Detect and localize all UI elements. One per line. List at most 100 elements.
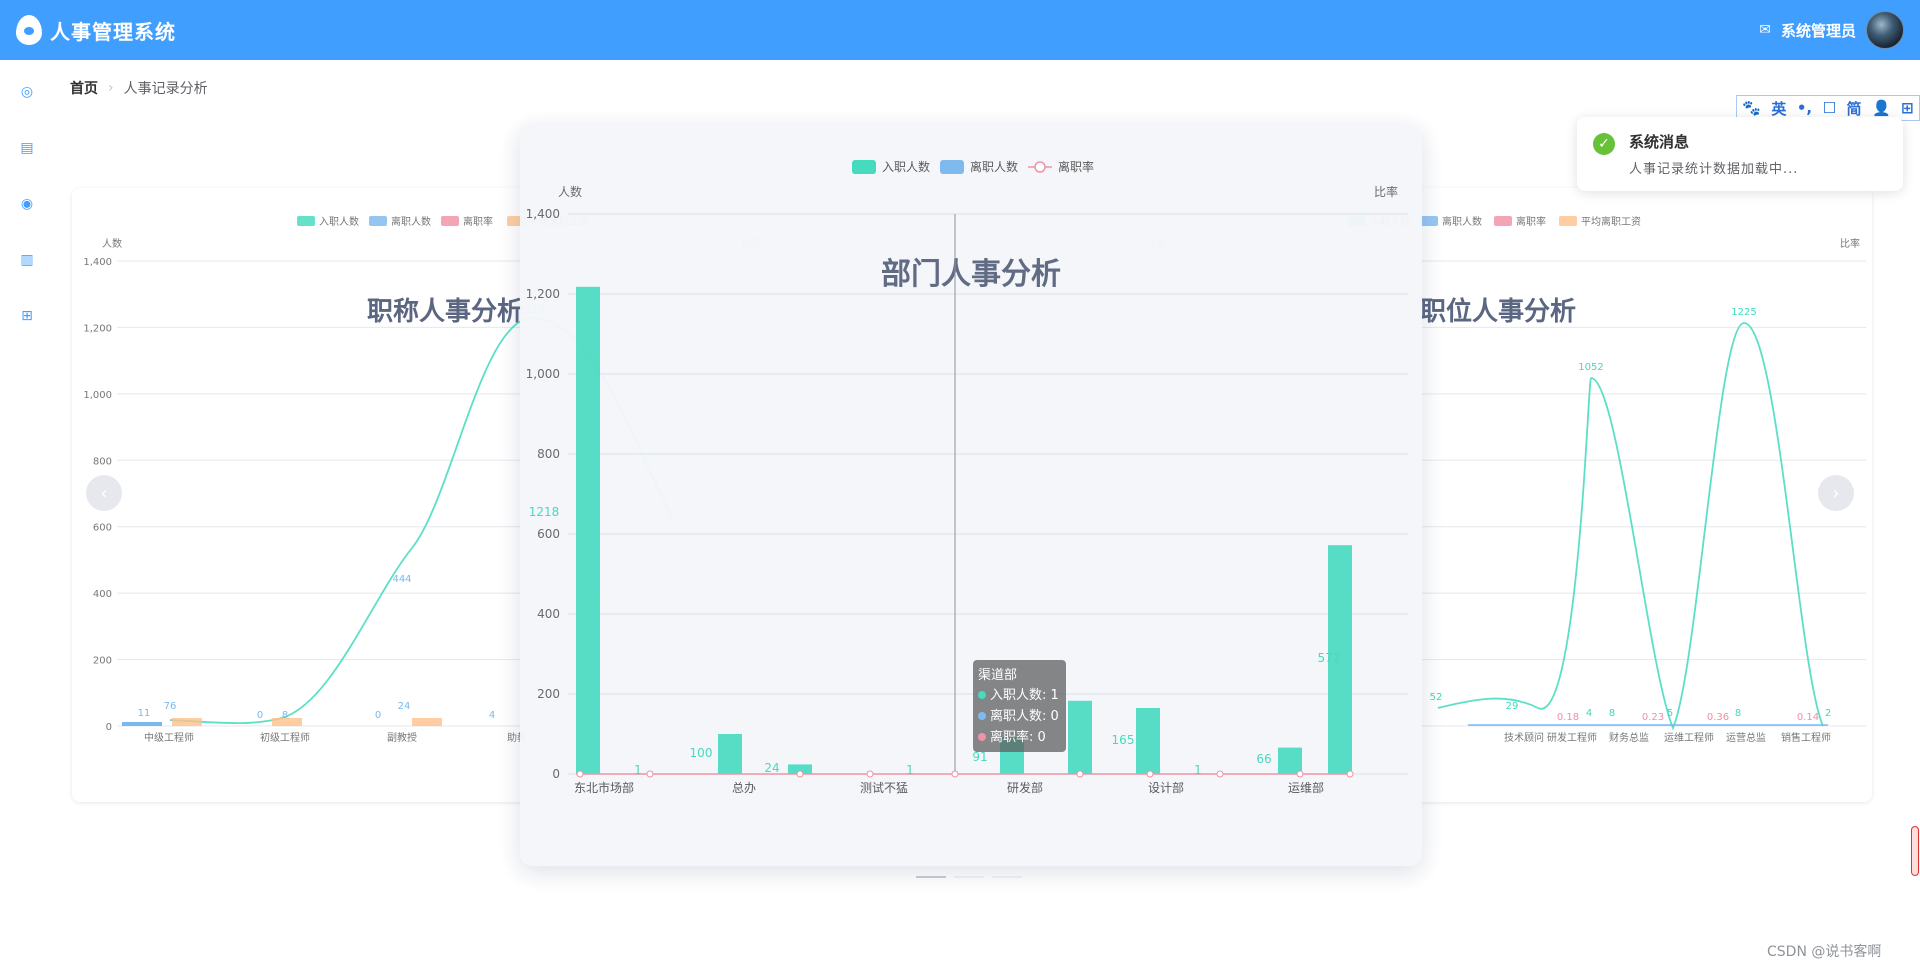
y-tick-label: 1,400 — [526, 207, 560, 221]
user-circle-icon[interactable]: ◎ — [17, 83, 37, 101]
x-tick-label: 运维工程师 — [1664, 731, 1714, 744]
bar-chart-icon[interactable]: ▥ — [17, 251, 37, 269]
rate-point — [1146, 770, 1154, 778]
bar-value-label: 1 — [634, 763, 642, 777]
eye-icon[interactable]: ◉ — [17, 195, 37, 213]
carousel-dot[interactable] — [992, 876, 1022, 878]
rate-point — [1296, 770, 1304, 778]
app-title: 人事管理系统 — [50, 19, 176, 44]
bar-value-label: 165 — [1112, 733, 1135, 747]
ime-lang-toggle[interactable]: 英 — [1771, 98, 1786, 119]
rate-point — [866, 770, 874, 778]
bar-hire — [1278, 747, 1302, 774]
legend-swatch — [1559, 216, 1577, 226]
username[interactable]: 系统管理员 — [1781, 20, 1856, 41]
user-menu[interactable]: ✉ 系统管理员 — [1759, 11, 1904, 49]
value-label: 1225 — [1731, 307, 1756, 318]
bar-value-label: 1218 — [529, 505, 560, 519]
carousel-dot[interactable] — [954, 876, 984, 878]
chart-title: 部门人事分析 — [881, 257, 1061, 292]
value-label: 1052 — [1578, 362, 1603, 373]
chart-title: 职位人事分析 — [1420, 296, 1576, 327]
paw-icon[interactable]: 🐾 — [1742, 99, 1761, 117]
chevron-right-icon: › — [108, 80, 114, 96]
watermark: CSDN @说书客啊 — [1767, 944, 1882, 960]
bar-salary — [172, 718, 202, 726]
windows-icon[interactable]: ⊞ — [17, 307, 37, 325]
sidebar: ◎ ▤ ◉ ▥ ⊞ — [0, 60, 54, 969]
x-tick-label: 研发工程师 — [1547, 731, 1597, 744]
rate-label: 0.23 — [1642, 712, 1664, 723]
avatar[interactable] — [1866, 11, 1904, 49]
id-card-icon[interactable]: ▤ — [17, 139, 37, 157]
y2-axis-name: 比率 — [1374, 184, 1398, 199]
legend-swatch — [1420, 216, 1438, 226]
tooltip-title: 渠道部 — [978, 668, 1017, 683]
rate-point — [646, 770, 654, 778]
value-label: 5 — [1667, 708, 1673, 719]
breadcrumb-home[interactable]: 首页 — [70, 78, 98, 98]
y-tick-label: 400 — [537, 607, 560, 621]
y-tick-label: 1,200 — [526, 287, 560, 301]
carousel-prev-button[interactable]: ‹ — [86, 475, 122, 511]
skin-icon[interactable]: ☐ — [1823, 99, 1836, 117]
legend-swatch — [441, 216, 459, 226]
x-tick-label: 初级工程师 — [260, 731, 310, 744]
legend-label: 离职人数 — [391, 215, 431, 228]
legend-rate-marker — [1034, 161, 1046, 173]
value-label: 76 — [164, 701, 177, 712]
rate-label: 0.36 — [1707, 712, 1729, 723]
carousel-dot[interactable] — [916, 876, 946, 878]
rate-label: 0.14 — [1797, 712, 1819, 723]
rate-point — [1076, 770, 1084, 778]
grid-icon[interactable]: ⊞ — [1901, 99, 1914, 117]
legend-rate-label: 离职率 — [1058, 159, 1094, 174]
y2-axis-name: 比率 — [1840, 237, 1860, 250]
x-tick-label: 运维部 — [1288, 780, 1324, 795]
value-label: 4 — [489, 710, 495, 721]
notification-message: 人事记录统计数据加载中... — [1629, 162, 1799, 177]
tooltip-marker — [978, 733, 986, 741]
y-tick-label: 1,200 — [83, 323, 112, 334]
value-label: 4 — [1586, 708, 1592, 719]
legend-leave-swatch — [940, 160, 964, 174]
rate-point — [1216, 770, 1224, 778]
scroll-indicator[interactable] — [1911, 826, 1919, 876]
legend-leave-label: 离职人数 — [970, 159, 1018, 174]
x-tick-label: 测试不猛 — [860, 780, 908, 795]
brand[interactable]: 人事管理系统 — [16, 15, 176, 45]
user-icon[interactable]: 👤 — [1872, 99, 1891, 117]
bar-leave — [122, 722, 162, 726]
bar-hire — [576, 286, 600, 774]
tooltip-marker — [978, 691, 986, 699]
bar-salary — [412, 718, 442, 726]
notification-title: 系统消息 — [1629, 133, 1690, 151]
legend-swatch — [369, 216, 387, 226]
success-check-icon: ✓ — [1593, 133, 1615, 155]
value-label: 8 — [1735, 708, 1741, 719]
value-label: 444 — [392, 574, 411, 585]
y-tick-label: 1,000 — [83, 390, 112, 401]
hire-curve — [1437, 322, 1824, 731]
y-axis-name: 人数 — [558, 184, 582, 199]
chart-title: 职称人事分析 — [367, 297, 523, 327]
y-tick-label: 200 — [93, 656, 112, 667]
ime-simplified-toggle[interactable]: 简 — [1846, 98, 1861, 119]
carousel-next-button[interactable]: › — [1818, 475, 1854, 511]
value-label: 11 — [138, 708, 151, 719]
x-tick-label: 设计部 — [1148, 780, 1184, 795]
punctuation-icon[interactable]: •, — [1797, 99, 1812, 117]
x-tick-label: 销售工程师 — [1781, 731, 1831, 744]
bar-value-label: 91 — [972, 750, 987, 764]
x-tick-label: 技术顾问 — [1504, 731, 1544, 744]
value-label: 24 — [398, 701, 411, 712]
y-tick-label: 200 — [537, 687, 560, 701]
tooltip-row: 离职率: 0 — [990, 729, 1046, 745]
y-tick-label: 1,400 — [83, 257, 112, 268]
legend-label: 离职人数 — [1442, 215, 1482, 228]
mail-icon[interactable]: ✉ — [1759, 22, 1771, 38]
x-tick-label: 东北市场部 — [574, 780, 634, 795]
bar-value-label: 66 — [1256, 752, 1271, 766]
rate-point — [796, 770, 804, 778]
bar-value-label: 572 — [1318, 651, 1341, 665]
